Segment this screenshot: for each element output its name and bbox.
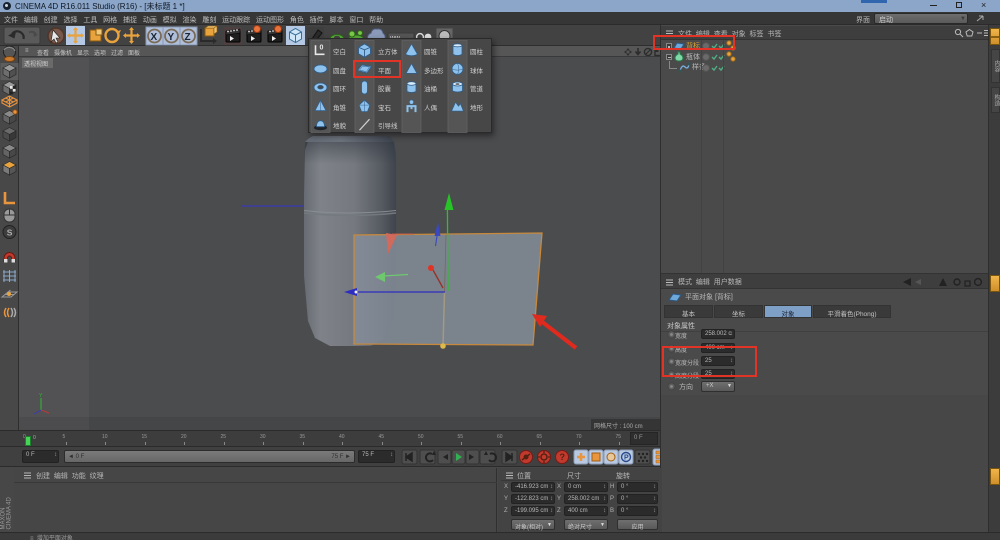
svg-text:X: X — [151, 32, 158, 43]
svg-text:Z: Z — [185, 32, 191, 43]
svg-text:0: 0 — [320, 44, 324, 51]
svg-text:Y: Y — [39, 393, 43, 399]
svg-text:S: S — [7, 228, 13, 238]
svg-text:Y: Y — [168, 32, 175, 43]
svg-text:P: P — [624, 455, 629, 462]
svg-text:?: ? — [560, 452, 566, 462]
